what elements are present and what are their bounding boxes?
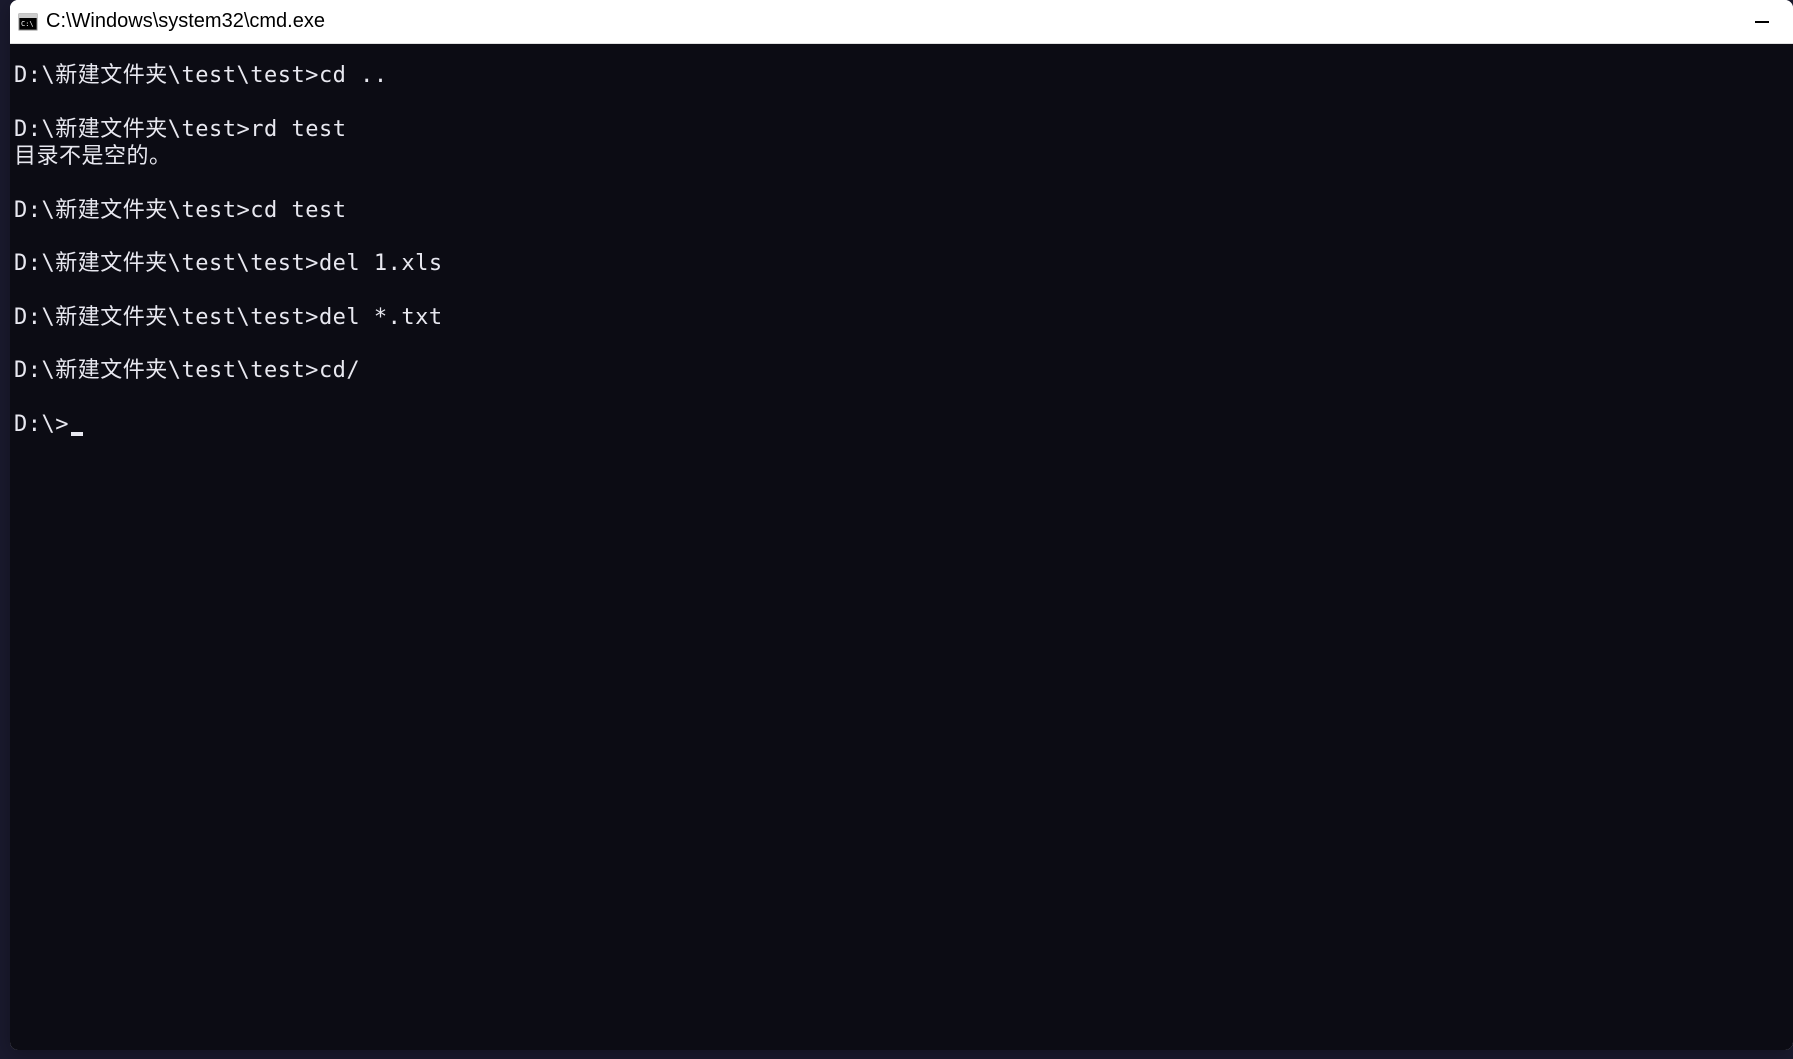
- minimize-button[interactable]: [1739, 6, 1785, 38]
- cmd-icon: C:\: [18, 12, 38, 32]
- command: cd/: [319, 358, 360, 383]
- terminal-entry: D:\新建文件夹\test\test>del 1.xls: [14, 250, 1789, 278]
- window-title: C:\Windows\system32\cmd.exe: [46, 10, 1739, 33]
- prompt: D:\新建文件夹\test\test>: [14, 358, 319, 383]
- titlebar-controls: [1739, 6, 1785, 38]
- current-prompt: D:\>: [14, 412, 69, 437]
- titlebar[interactable]: C:\ C:\Windows\system32\cmd.exe: [10, 0, 1793, 44]
- command: cd ..: [319, 63, 388, 88]
- cmd-window: C:\ C:\Windows\system32\cmd.exe D:\新建文件夹…: [10, 0, 1793, 1050]
- terminal-entry: D:\新建文件夹\test>rd test 目录不是空的。: [14, 116, 1789, 171]
- terminal-entry: D:\新建文件夹\test>cd test: [14, 197, 1789, 225]
- prompt: D:\新建文件夹\test\test>: [14, 251, 319, 276]
- command: cd test: [250, 198, 346, 223]
- command: del *.txt: [319, 305, 443, 330]
- terminal-current-line: D:\>: [14, 411, 1789, 439]
- output: 目录不是空的。: [14, 144, 172, 169]
- terminal-entry: D:\新建文件夹\test\test>cd/: [14, 357, 1789, 385]
- prompt: D:\新建文件夹\test>: [14, 117, 250, 142]
- terminal-area[interactable]: D:\新建文件夹\test\test>cd .. D:\新建文件夹\test>r…: [10, 44, 1793, 1050]
- terminal-entry: D:\新建文件夹\test\test>del *.txt: [14, 304, 1789, 332]
- minimize-icon: [1755, 21, 1769, 23]
- command: rd test: [250, 117, 346, 142]
- svg-text:C:\: C:\: [21, 20, 34, 28]
- prompt: D:\新建文件夹\test\test>: [14, 305, 319, 330]
- prompt: D:\新建文件夹\test>: [14, 198, 250, 223]
- command: del 1.xls: [319, 251, 443, 276]
- terminal-entry: D:\新建文件夹\test\test>cd ..: [14, 62, 1789, 90]
- prompt: D:\新建文件夹\test\test>: [14, 63, 319, 88]
- cursor: [71, 432, 83, 436]
